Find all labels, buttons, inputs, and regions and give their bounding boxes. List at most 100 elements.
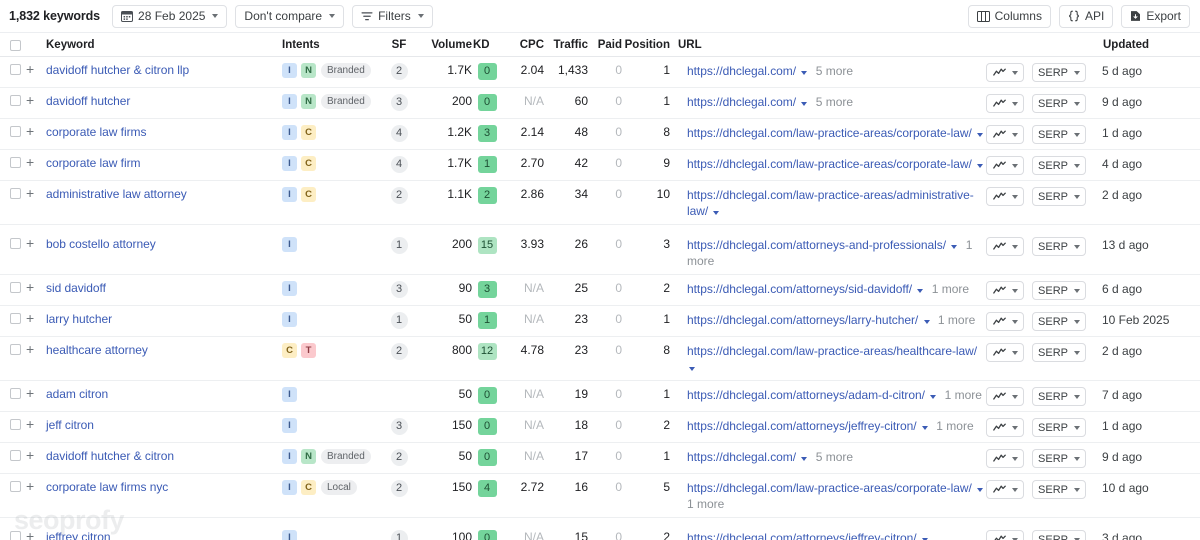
column-header-url[interactable]: URL [670, 39, 986, 51]
plus-icon[interactable]: + [26, 155, 34, 169]
url-link[interactable]: https://dhclegal.com/ [687, 95, 796, 109]
intent-badge-N[interactable]: N [301, 63, 316, 78]
keyword-link[interactable]: davidoff hutcher [46, 94, 130, 108]
url-more-count[interactable]: 1 more [936, 419, 973, 433]
row-checkbox[interactable] [10, 531, 21, 540]
plus-icon[interactable]: + [26, 124, 34, 138]
intent-badge-I[interactable]: I [282, 94, 297, 109]
table-row[interactable]: + davidoff hutcher & citron I N Branded 2 … [0, 443, 1200, 474]
url-link[interactable]: https://dhclegal.com/attorneys/adam-d-ci… [687, 388, 925, 402]
column-header-intents[interactable]: Intents [282, 39, 378, 51]
chevron-down-icon[interactable] [923, 320, 930, 324]
plus-icon[interactable]: + [26, 93, 34, 107]
position-history-button[interactable] [986, 94, 1024, 113]
plus-icon[interactable]: + [26, 417, 34, 431]
table-row[interactable]: + corporate law firms IC 4 1.2K 3 2.14 4… [0, 119, 1200, 150]
position-history-button[interactable] [986, 449, 1024, 468]
url-link[interactable]: https://dhclegal.com/law-practice-areas/… [687, 344, 977, 358]
url-more-count[interactable]: 5 more [816, 64, 853, 78]
plus-icon[interactable]: + [26, 186, 34, 200]
intent-badge-C[interactable]: C [301, 125, 316, 140]
intent-badge-I[interactable]: I [282, 387, 297, 402]
plus-icon[interactable]: + [26, 342, 34, 356]
keyword-tag[interactable]: Branded [321, 63, 371, 78]
keyword-link[interactable]: sid davidoff [46, 281, 106, 295]
table-row[interactable]: + adam citron I 50 0 N/A 19 0 1 https://… [0, 381, 1200, 412]
row-checkbox[interactable] [10, 313, 21, 324]
url-more-count[interactable]: 5 more [816, 450, 853, 464]
keyword-link[interactable]: healthcare attorney [46, 343, 148, 357]
column-header-position[interactable]: Position [622, 39, 670, 51]
keyword-link[interactable]: corporate law firm [46, 156, 141, 170]
table-row[interactable]: + jeff citron I 3 150 0 N/A 18 0 2 https… [0, 412, 1200, 443]
keyword-link[interactable]: bob costello attorney [46, 237, 156, 251]
serp-button[interactable]: SERP [1032, 343, 1086, 362]
row-checkbox[interactable] [10, 450, 21, 461]
intent-badge-I[interactable]: I [282, 480, 297, 495]
serp-button[interactable]: SERP [1032, 156, 1086, 175]
chevron-down-icon[interactable] [951, 245, 958, 249]
serp-button[interactable]: SERP [1032, 387, 1086, 406]
serp-button[interactable]: SERP [1032, 237, 1086, 256]
row-checkbox[interactable] [10, 157, 21, 168]
serp-button[interactable]: SERP [1032, 449, 1086, 468]
chevron-down-icon[interactable] [930, 395, 937, 399]
column-header-updated[interactable]: Updated [1094, 39, 1200, 51]
keyword-tag[interactable]: Local [321, 480, 357, 495]
position-history-button[interactable] [986, 237, 1024, 256]
chevron-down-icon[interactable] [921, 426, 928, 430]
position-history-button[interactable] [986, 63, 1024, 82]
url-link[interactable]: https://dhclegal.com/attorneys/sid-david… [687, 282, 912, 296]
column-header-paid[interactable]: Paid [588, 39, 622, 51]
serp-button[interactable]: SERP [1032, 312, 1086, 331]
url-more-count[interactable]: 1 more [938, 313, 975, 327]
chevron-down-icon[interactable] [801, 102, 808, 106]
export-button[interactable]: Export [1121, 4, 1190, 28]
url-link[interactable]: https://dhclegal.com/ [687, 450, 796, 464]
table-row[interactable]: + healthcare attorney CT 2 800 12 4.78 2… [0, 337, 1200, 381]
column-header-kd[interactable]: KD [472, 39, 502, 51]
filters-button[interactable]: Filters [352, 4, 433, 28]
row-checkbox[interactable] [10, 64, 21, 75]
row-checkbox[interactable] [10, 282, 21, 293]
table-row[interactable]: + administrative law attorney IC 2 1.1K … [0, 181, 1200, 225]
url-link[interactable]: https://dhclegal.com/attorneys/jeffrey-c… [687, 531, 917, 540]
url-link[interactable]: https://dhclegal.com/law-practice-areas/… [687, 481, 972, 495]
chevron-down-icon[interactable] [801, 457, 808, 461]
keyword-link[interactable]: corporate law firms [46, 125, 146, 139]
url-more-count[interactable]: 5 more [816, 95, 853, 109]
url-link[interactable]: https://dhclegal.com/law-practice-areas/… [687, 188, 974, 218]
chevron-down-icon[interactable] [977, 488, 984, 492]
keyword-link[interactable]: davidoff hutcher & citron [46, 449, 174, 463]
position-history-button[interactable] [986, 281, 1024, 300]
intent-badge-I[interactable]: I [282, 418, 297, 433]
url-link[interactable]: https://dhclegal.com/law-practice-areas/… [687, 157, 972, 171]
column-header-volume[interactable]: Volume [420, 39, 472, 51]
intent-badge-I[interactable]: I [282, 237, 297, 252]
intent-badge-N[interactable]: N [301, 449, 316, 464]
intent-badge-I[interactable]: I [282, 156, 297, 171]
position-history-button[interactable] [986, 187, 1024, 206]
keyword-link[interactable]: larry hutcher [46, 312, 112, 326]
plus-icon[interactable]: + [26, 529, 34, 540]
position-history-button[interactable] [986, 343, 1024, 362]
position-history-button[interactable] [986, 418, 1024, 437]
table-row[interactable]: + davidoff hutcher & citron llp I N Brande… [0, 57, 1200, 88]
row-checkbox[interactable] [10, 126, 21, 137]
column-header-keyword[interactable]: Keyword [46, 39, 282, 51]
row-checkbox[interactable] [10, 388, 21, 399]
columns-button[interactable]: Columns [967, 4, 1051, 28]
keyword-link[interactable]: jeffrey citron [46, 530, 111, 540]
serp-button[interactable]: SERP [1032, 530, 1086, 540]
row-checkbox[interactable] [10, 344, 21, 355]
position-history-button[interactable] [986, 387, 1024, 406]
serp-button[interactable]: SERP [1032, 281, 1086, 300]
intent-badge-T[interactable]: T [301, 343, 316, 358]
url-more-count[interactable]: 1 more [945, 388, 982, 402]
plus-icon[interactable]: + [26, 62, 34, 76]
intent-badge-I[interactable]: I [282, 63, 297, 78]
intent-badge-N[interactable]: N [301, 94, 316, 109]
keyword-tag[interactable]: Branded [321, 94, 371, 109]
column-header-cpc[interactable]: CPC [502, 39, 544, 51]
keyword-link[interactable]: administrative law attorney [46, 187, 187, 201]
